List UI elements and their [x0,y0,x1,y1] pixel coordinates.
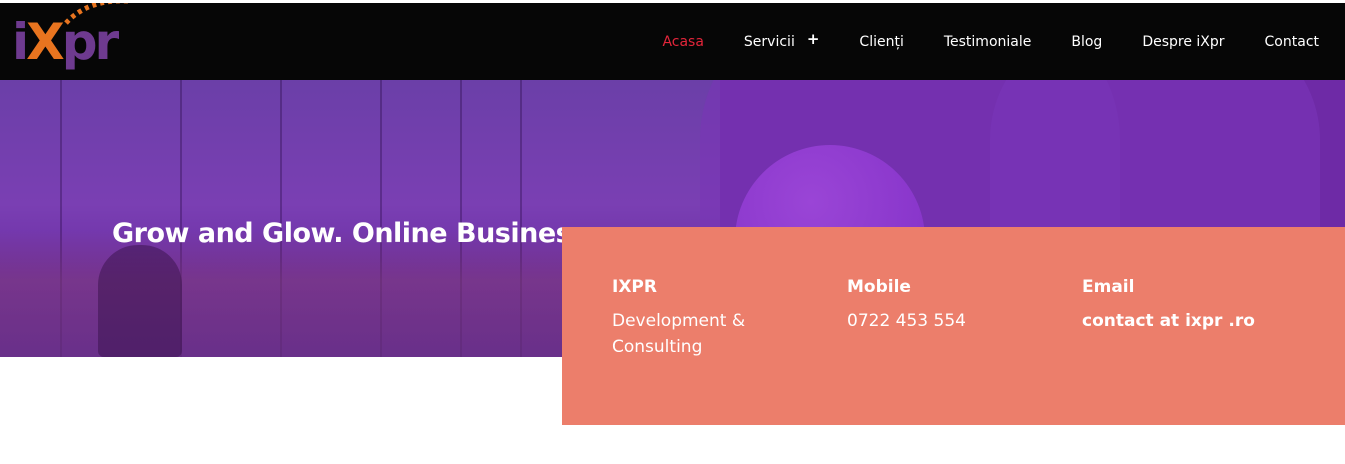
company-label: IXPR [612,277,657,297]
logo-wordmark: iXpr [12,13,119,71]
info-column-company: IXPR Development & Consulting [612,277,782,360]
info-column-email: Email contact at ixpr .ro [1082,277,1302,334]
email-label: Email [1082,277,1135,297]
contact-info-box: IXPR Development & Consulting Mobile 072… [562,227,1345,425]
site-header: iXpr Acasa Servicii + Clienți Testimonial… [0,3,1345,80]
company-description: Development & Consulting [612,311,746,357]
info-column-mobile: Mobile 0722 453 554 [847,277,1017,334]
nav-item-servicii[interactable]: Servicii + [744,30,820,51]
plus-icon[interactable]: + [807,30,820,48]
nav-item-contact[interactable]: Contact [1265,34,1319,50]
nav-item-acasa[interactable]: Acasa [662,34,703,50]
person-silhouette-image [98,245,182,357]
main-navigation: Acasa Servicii + Clienți Testimoniale Blo… [622,3,1319,80]
nav-item-clienti[interactable]: Clienți [859,34,903,50]
ixpr-logo[interactable]: iXpr [8,3,178,80]
nav-item-blog[interactable]: Blog [1071,34,1102,50]
nav-item-despre-ixpr[interactable]: Despre iXpr [1142,34,1224,50]
nav-item-testimoniale[interactable]: Testimoniale [944,34,1032,50]
hero-title: Grow and Glow. Online Business. [112,218,597,250]
mobile-number[interactable]: 0722 453 554 [847,308,1017,334]
email-address[interactable]: contact at ixpr .ro [1082,308,1302,334]
mobile-label: Mobile [847,277,911,297]
